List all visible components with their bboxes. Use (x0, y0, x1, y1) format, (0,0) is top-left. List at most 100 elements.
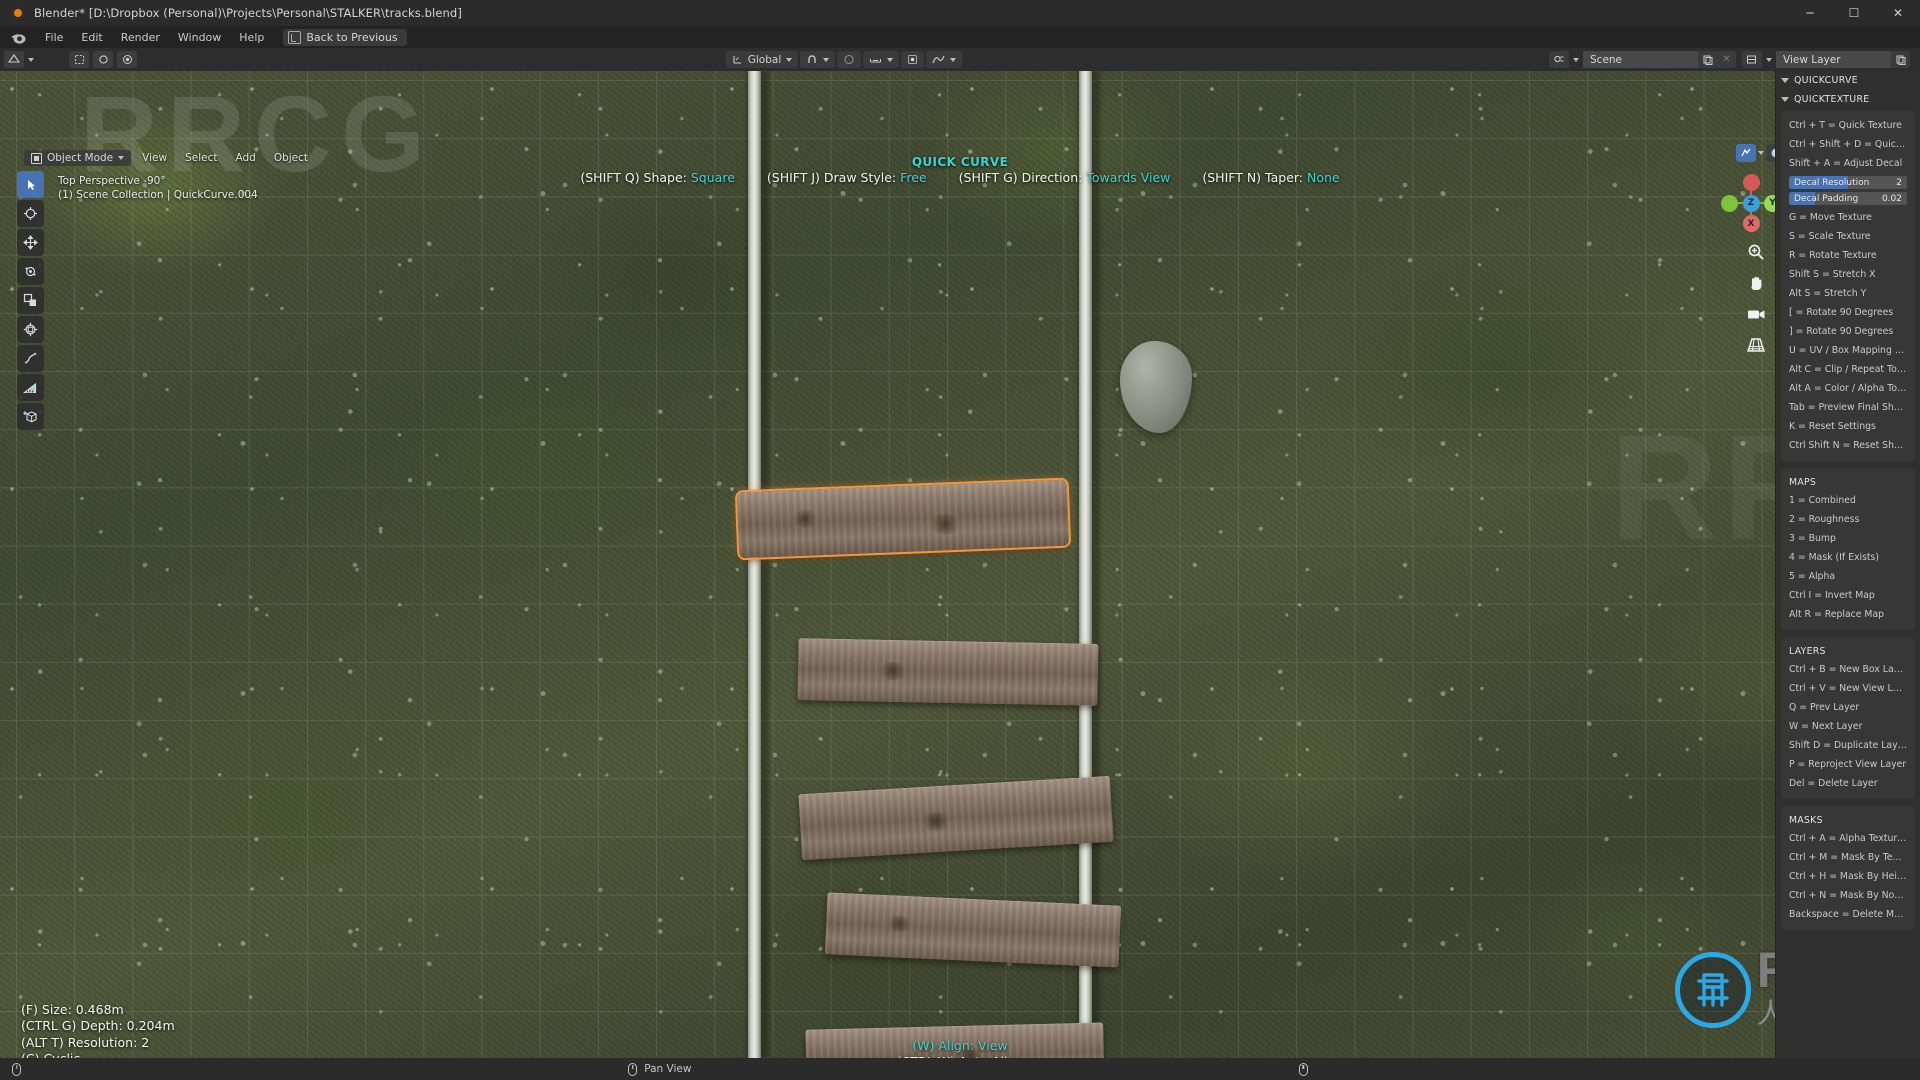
rail-shadow-left (762, 71, 769, 1058)
menu-file[interactable]: File (36, 28, 72, 47)
quick-curve-hints: (W) Align: View(CTRL W) Auto Align(ALT W… (0, 1038, 1920, 1058)
editor-type-chevron-down-icon[interactable] (28, 57, 34, 62)
gizmo-axis-neg-y[interactable] (1721, 194, 1738, 212)
scene-selector[interactable]: Scene ✕ (1549, 51, 1736, 68)
pan-hand-icon[interactable] (1745, 272, 1767, 294)
snap-chevron-down-icon[interactable] (823, 57, 830, 62)
field-label: Decal Padding (1794, 193, 1859, 204)
transform-orientation-chevron-down-icon[interactable] (786, 57, 793, 62)
field-value: 0.02 (1881, 193, 1902, 204)
tool-transform[interactable] (17, 316, 44, 343)
view-layer-icon (1742, 51, 1762, 68)
status-bar: Pan View (0, 1058, 1920, 1080)
editor-type-icon[interactable] (4, 51, 24, 68)
camera-view-icon[interactable] (1745, 303, 1767, 325)
sidebar-row-masks-0: Ctrl + A = Alpha Texture Mask (1789, 833, 1915, 844)
mouse-left-icon (12, 1062, 21, 1076)
sidebar-row-quicktexture-shortcuts-108: Alt C = Clip / Repeat Toggle (1789, 364, 1915, 375)
plank-selected[interactable] (734, 477, 1072, 561)
curve-chevron-down-icon[interactable] (950, 57, 957, 62)
stat-line-1: (CTRL G) Depth: 0.204m (21, 1018, 175, 1034)
active-object-label: (1) Scene Collection | QuickCurve.004 (58, 189, 258, 201)
new-view-layer-button[interactable] (1891, 51, 1910, 68)
mouse-middle-icon (628, 1062, 638, 1076)
sidebar-row-quicktexture-shortcuts-111: K = Reset Settings (1789, 421, 1876, 432)
tool-scale[interactable] (17, 287, 44, 314)
view-layer-chevron-down-icon[interactable] (1766, 57, 1772, 62)
blender-app-icon (8, 3, 28, 23)
sidebar-row-quicktexture-shortcuts-1: Ctrl + Shift + D = Quick Decal (1789, 139, 1915, 150)
sidebar-row-masks-3: Ctrl + N = Mask By Normal (1789, 890, 1915, 901)
falloff-chevron-down-icon[interactable] (887, 57, 894, 62)
ortho-perspective-grid-icon[interactable] (1745, 334, 1767, 356)
quick-curve-option-3: (SHIFT N) Taper: None (1202, 170, 1340, 185)
visibility-chevron-down-icon[interactable] (1758, 151, 1764, 155)
sidebar-field-decal-resolution[interactable]: Decal Resolution 2 (1789, 176, 1907, 189)
menu-window[interactable]: Window (169, 28, 230, 47)
tool-move[interactable] (17, 229, 44, 256)
snap-toggle-icon[interactable] (93, 51, 113, 68)
sidebar-row-quicktexture-shortcuts-110: Tab = Preview Final Shader (1789, 402, 1915, 413)
sidebar-row-layers-1: Ctrl + V = New View Layer (1789, 683, 1914, 694)
close-button[interactable]: ✕ (1876, 0, 1920, 26)
transform-orientation-selector[interactable]: Global (725, 51, 799, 68)
gizmo-axis-z[interactable]: Z (1742, 194, 1760, 212)
back-to-previous-button[interactable]: Back to Previous (283, 28, 407, 46)
proportional-editing-toggle[interactable] (837, 51, 862, 68)
minimize-button[interactable]: ─ (1788, 0, 1832, 26)
sidebar-box-layers: LAYERS Ctrl + B = New Box Layer Ctrl + V =… (1781, 637, 1915, 799)
snap-magnet-toggle[interactable] (800, 51, 836, 68)
sidebar-panel[interactable]: QUICKCURVE QUICKTEXTURE Ctrl + T = Quick T… (1775, 71, 1920, 1058)
proportional-edit-icon[interactable] (117, 51, 137, 68)
blender-logo-icon[interactable] (10, 29, 27, 46)
title-bar: Blender* [D:\Dropbox (Personal)\Projects… (0, 0, 1920, 26)
tool-cursor[interactable] (17, 200, 44, 227)
unlink-scene-button[interactable]: ✕ (1717, 51, 1736, 68)
menu-render[interactable]: Render (112, 28, 169, 47)
gizmo-axis-neg-z[interactable] (1742, 174, 1760, 191)
sidebar-row-maps-4: 5 = Alpha (1789, 571, 1836, 582)
sidebar-section-title: QUICKTEXTURE (1794, 94, 1870, 105)
zoom-icon[interactable] (1745, 241, 1767, 263)
tool-add-cube[interactable] (17, 403, 44, 430)
view-layer-name-field[interactable]: View Layer (1776, 51, 1891, 68)
scene-icon (1549, 51, 1569, 68)
menu-help[interactable]: Help (230, 28, 273, 47)
new-scene-button[interactable] (1698, 51, 1717, 68)
pan-view-label: Pan View (644, 1063, 692, 1075)
sidebar-row-layers-3: W = Next Layer (1789, 721, 1863, 732)
3d-viewport[interactable]: RRCG RRCG (0, 71, 1920, 1058)
sidebar-row-layers-5: P = Reproject View Layer (1789, 759, 1907, 770)
gizmo-axis-x[interactable]: X (1742, 215, 1760, 232)
viewport-toolbar (17, 171, 44, 430)
view-layer-selector[interactable]: View Layer (1742, 51, 1910, 68)
sidebar-row-masks-4: Backspace = Delete Mask (1789, 909, 1910, 920)
viewport-header-bar: Global Scene ✕ View Layer (0, 48, 1920, 71)
tool-annotate[interactable] (17, 345, 44, 372)
sidebar-quickcurve-header[interactable]: QUICKCURVE (1776, 71, 1920, 90)
menu-edit[interactable]: Edit (72, 28, 111, 47)
scene-name-field[interactable]: Scene (1583, 51, 1698, 68)
sidebar-box-quicktexture-shortcuts: Ctrl + T = Quick Texture Ctrl + Shift + D… (1781, 111, 1915, 461)
scene-chevron-down-icon[interactable] (1573, 57, 1579, 62)
quick-curve-option-2: (SHIFT G) Direction: Towards View (958, 170, 1171, 185)
sidebar-field-decal-padding[interactable]: Decal Padding 0.02 (1789, 192, 1907, 205)
pivot-point-selector[interactable] (901, 51, 925, 68)
visibility-selector-icon[interactable] (1736, 144, 1756, 162)
maximize-button[interactable]: ☐ (1832, 0, 1876, 26)
field-value: 2 (1896, 177, 1902, 188)
tool-measure[interactable] (17, 374, 44, 401)
plank-2[interactable] (797, 638, 1099, 706)
sidebar-row-maps-0: 1 = Combined (1789, 495, 1856, 506)
viewport-nav-buttons (1745, 241, 1767, 356)
sidebar-row-quicktexture-shortcuts-101: S = Scale Texture (1789, 231, 1871, 242)
plank-4[interactable] (824, 892, 1122, 968)
sidebar-row-quicktexture-shortcuts-102: R = Rotate Texture (1789, 250, 1877, 261)
sidebar-quicktexture-header[interactable]: QUICKTEXTURE (1776, 90, 1920, 109)
proportional-falloff-selector[interactable] (863, 51, 900, 68)
select-mode-icon[interactable] (69, 51, 89, 68)
quick-curve-option-0: (SHIFT Q) Shape: Square (580, 170, 735, 185)
sidebar-box-masks: MASKS Ctrl + A = Alpha Texture Mask Ctrl +… (1781, 806, 1915, 930)
tool-rotate[interactable] (17, 258, 44, 285)
falloff-curve-icon[interactable] (926, 51, 963, 68)
